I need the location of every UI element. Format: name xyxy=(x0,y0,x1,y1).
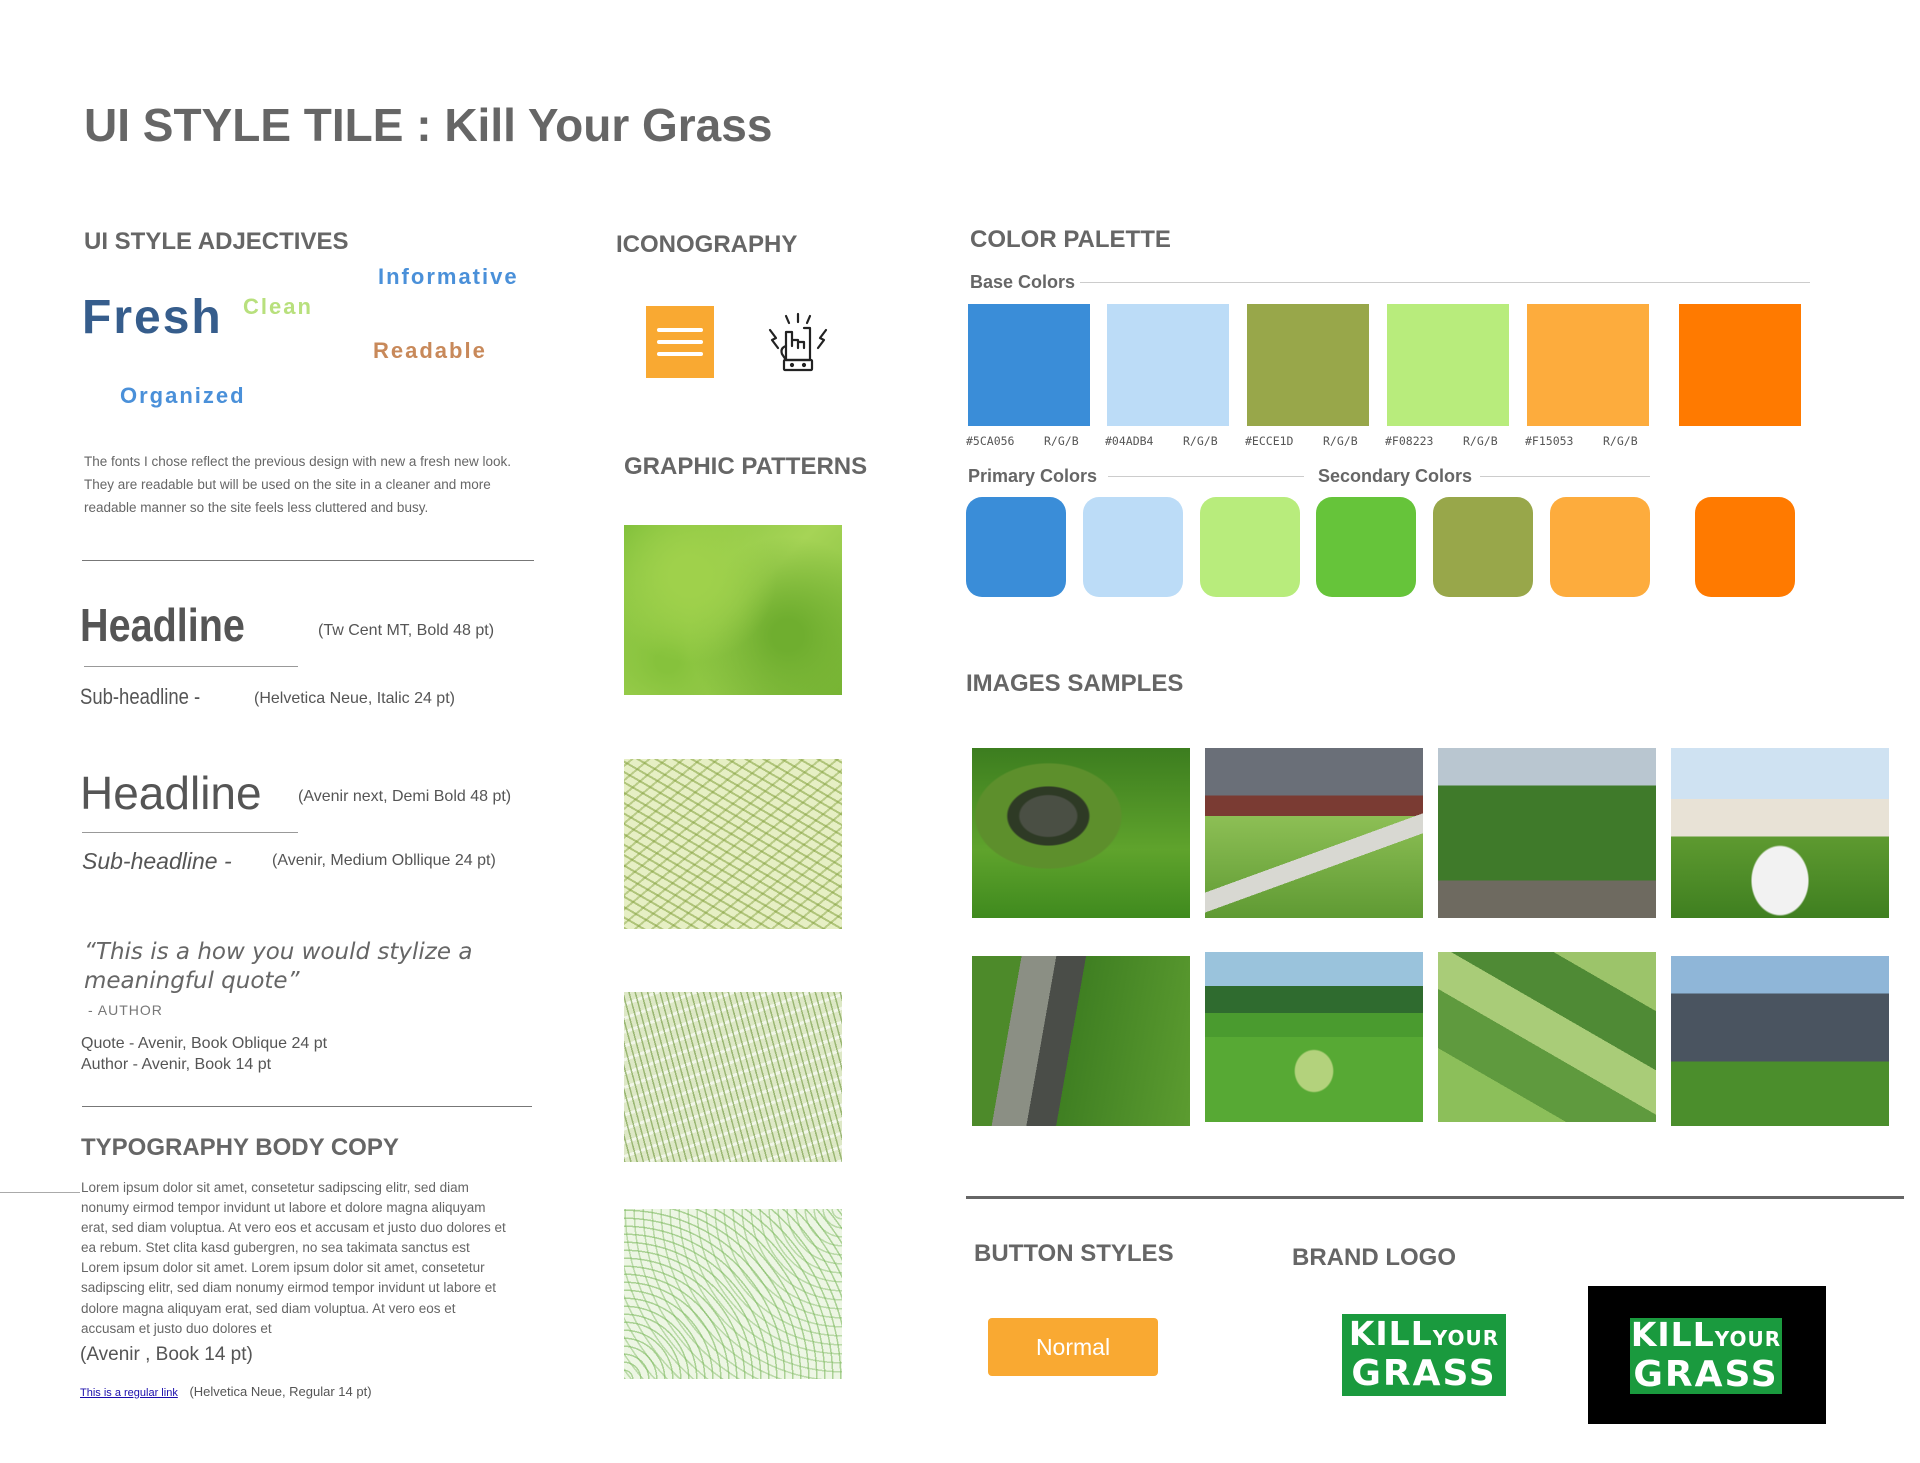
divider xyxy=(82,832,298,833)
image-putting-green xyxy=(1205,952,1423,1122)
primary-colors-label: Primary Colors xyxy=(968,466,1098,486)
menu-bar xyxy=(657,328,703,332)
images-heading: IMAGES SAMPLES xyxy=(966,670,1184,697)
color-rgb-code: R/G/B xyxy=(1603,434,1638,448)
secondary-color-swatch xyxy=(1433,497,1533,597)
normal-button[interactable]: Normal xyxy=(988,1318,1158,1376)
quote-note: Quote - Avenir, Book Oblique 24 pt xyxy=(81,1035,328,1052)
quote-author: - AUTHOR xyxy=(88,1002,163,1018)
body-copy-text: Lorem ipsum dolor sit amet, consetetur s… xyxy=(81,1180,506,1336)
image-turf-closeup xyxy=(1438,748,1656,918)
primary-color-swatch xyxy=(966,497,1066,597)
divider xyxy=(966,1196,1904,1199)
color-hex-code: #F08223 xyxy=(1385,434,1434,448)
subheadline-note-1: (Helvetica Neue, Italic 24 pt) xyxy=(254,690,455,707)
divider xyxy=(82,560,534,561)
primary-color-swatch xyxy=(1200,497,1300,597)
logo-grass: GRASS xyxy=(1351,1353,1497,1394)
menu-bar xyxy=(657,352,703,356)
menu-icon[interactable] xyxy=(646,306,714,378)
body-copy-heading: TYPOGRAPHY BODY COPY xyxy=(81,1134,399,1161)
headline-note-1: (Tw Cent MT, Bold 48 pt) xyxy=(318,622,495,639)
color-rgb-code: R/G/B xyxy=(1463,434,1498,448)
patterns-heading: GRAPHIC PATTERNS xyxy=(624,453,868,480)
image-backyard-lawn xyxy=(1205,748,1423,918)
subheadline-sample-2: Sub-headline - xyxy=(82,848,232,874)
base-color-swatch xyxy=(1247,304,1369,426)
divider xyxy=(0,1192,80,1193)
secondary-color-swatch xyxy=(1695,497,1795,597)
color-hex-code: #04ADB4 xyxy=(1105,434,1154,448)
pattern-leaf-weave xyxy=(624,759,842,929)
base-color-swatch xyxy=(1527,304,1649,426)
quote-sample: “This is a how you would stylize a meani… xyxy=(84,939,473,994)
menu-bar xyxy=(657,340,703,344)
color-rgb-code: R/G/B xyxy=(1044,434,1079,448)
logo-your: YOUR xyxy=(1714,1327,1782,1351)
pattern-waves xyxy=(624,1209,842,1379)
image-turf-installation xyxy=(972,956,1190,1126)
link-sample-row: This is a regular link (Helvetica Neue, … xyxy=(80,1384,372,1399)
headline-sample-2: Headline xyxy=(80,767,262,819)
divider xyxy=(1108,476,1304,477)
divider xyxy=(82,1106,532,1107)
base-color-swatch xyxy=(1679,304,1801,426)
adjective-organized: Organized xyxy=(120,383,246,408)
color-hex-code: #F15053 xyxy=(1525,434,1574,448)
rock-hand-icon xyxy=(768,312,828,372)
adjective-readable: Readable xyxy=(373,338,487,363)
pattern-grass-strokes xyxy=(624,992,842,1162)
regular-link[interactable]: This is a regular link xyxy=(80,1387,178,1399)
image-turf-samples xyxy=(1438,952,1656,1122)
adjective-clean: Clean xyxy=(243,294,313,319)
divider xyxy=(1080,282,1810,283)
button-styles-heading: BUTTON STYLES xyxy=(974,1240,1174,1267)
adjectives-heading: UI STYLE ADJECTIVES xyxy=(84,228,349,255)
link-note: (Helvetica Neue, Regular 14 pt) xyxy=(189,1384,372,1399)
image-modern-house xyxy=(1671,956,1889,1126)
brand-logo-heading: BRAND LOGO xyxy=(1292,1244,1456,1271)
secondary-color-swatch xyxy=(1316,497,1416,597)
logo-kill: KILL xyxy=(1348,1314,1433,1353)
base-color-swatch xyxy=(968,304,1090,426)
adjective-fresh: Fresh xyxy=(82,291,223,344)
iconography-heading: ICONOGRAPHY xyxy=(616,231,798,258)
base-color-swatch xyxy=(1387,304,1509,426)
subheadline-note-2: (Avenir, Medium Obllique 24 pt) xyxy=(272,852,496,869)
logo-your: YOUR xyxy=(1432,1326,1500,1350)
page-title: UI STYLE TILE : Kill Your Grass xyxy=(84,99,773,151)
logo-kill: KILL xyxy=(1630,1315,1715,1354)
brand-logo: KILLYOUR GRASS xyxy=(1342,1314,1506,1396)
body-copy-font-note: (Avenir , Book 14 pt) xyxy=(80,1344,253,1365)
headline-note-2: (Avenir next, Demi Bold 48 pt) xyxy=(298,788,512,805)
image-turf-roll xyxy=(972,748,1190,918)
image-dog-on-lawn xyxy=(1671,748,1889,918)
primary-color-swatch xyxy=(1083,497,1183,597)
quote-font-note: Quote - Avenir, Book Oblique 24 pt Autho… xyxy=(81,1033,327,1075)
color-hex-code: #5CA056 xyxy=(966,434,1015,448)
color-hex-code: #ECCE1D xyxy=(1245,434,1294,448)
base-colors-label: Base Colors xyxy=(970,272,1076,292)
divider xyxy=(84,666,298,667)
author-note: Author - Avenir, Book 14 pt xyxy=(81,1056,272,1073)
headline-sample-1: Headline xyxy=(80,599,245,651)
color-rgb-code: R/G/B xyxy=(1323,434,1358,448)
subheadline-sample-1: Sub-headline - xyxy=(80,684,201,709)
secondary-colors-label: Secondary Colors xyxy=(1318,466,1473,486)
logo-grass: GRASS xyxy=(1633,1354,1779,1395)
color-palette-heading: COLOR PALETTE xyxy=(970,226,1171,253)
base-color-swatch xyxy=(1107,304,1229,426)
adjectives-description: The fonts I chose reflect the previous d… xyxy=(84,454,511,515)
secondary-color-swatch xyxy=(1550,497,1650,597)
divider xyxy=(1480,476,1650,477)
pattern-watercolor-green xyxy=(624,525,842,695)
adjective-informative: Informative xyxy=(378,264,519,289)
brand-logo-dark: KILLYOUR GRASS xyxy=(1630,1318,1782,1394)
color-rgb-code: R/G/B xyxy=(1183,434,1218,448)
